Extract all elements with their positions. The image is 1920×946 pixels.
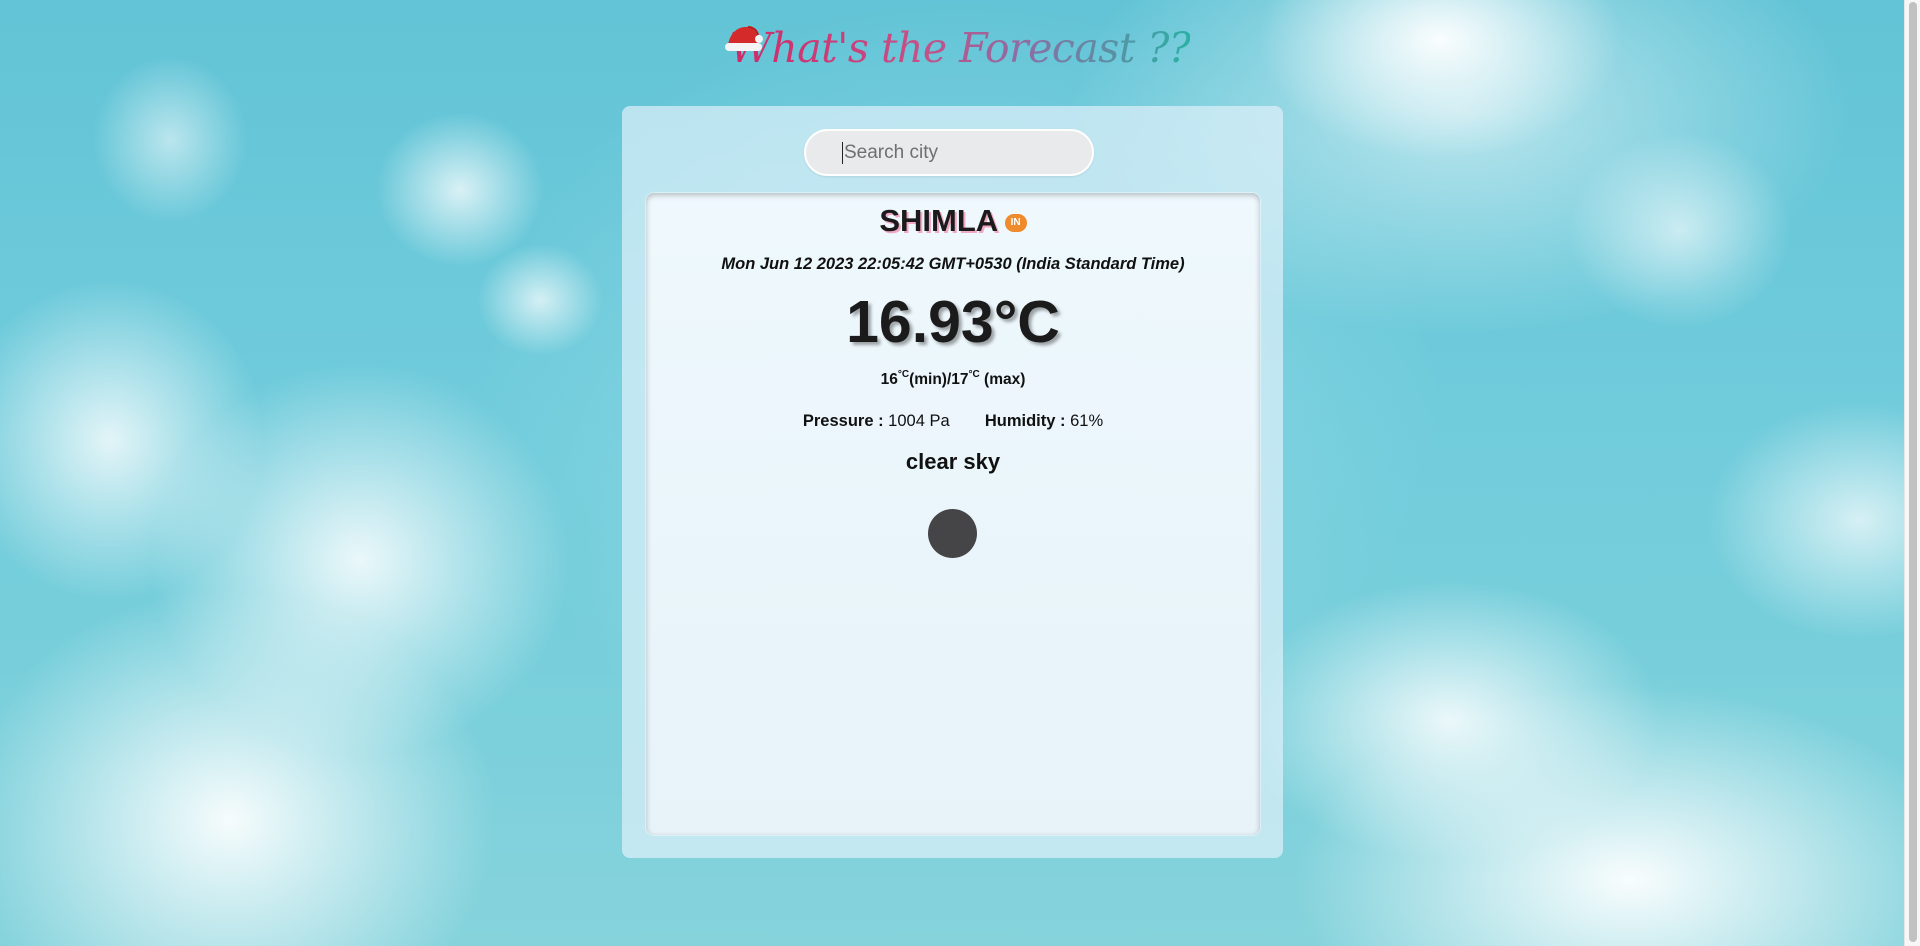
pressure-label: Pressure : — [802, 412, 884, 430]
search-city-input[interactable] — [804, 129, 1094, 176]
max-label: (max) — [979, 371, 1026, 388]
app-title-text: What's the Forecast ?? — [729, 24, 1191, 72]
min-label: (min)/ — [909, 371, 952, 388]
app-header: What's the Forecast ?? — [0, 18, 1920, 78]
min-temp-unit: °C — [897, 369, 910, 380]
humidity-value: 61% — [1070, 412, 1104, 430]
scrollbar-thumb[interactable] — [1909, 2, 1917, 942]
min-max-temperature: 16°C(min)/17°C (max) — [646, 369, 1260, 389]
santa-hat-icon — [724, 26, 763, 51]
min-temp-value: 16 — [880, 371, 898, 388]
date-time: Mon Jun 12 2023 22:05:42 GMT+0530 (India… — [721, 255, 1185, 273]
weather-description: clear sky — [905, 449, 1001, 474]
max-temp-unit: °C — [968, 369, 980, 380]
max-temp-value: 17 — [951, 371, 969, 388]
page-scrollbar[interactable] — [1904, 0, 1920, 946]
country-badge: IN — [1004, 214, 1027, 232]
humidity-label: Humidity : — [984, 412, 1066, 430]
city-heading: SHIMLA IN — [646, 203, 1260, 239]
text-caret — [842, 142, 843, 164]
pressure-value: 1004 Pa — [888, 412, 950, 430]
weather-stats: Pressure : 1004 Pa Humidity : 61% — [646, 412, 1260, 431]
city-name: SHIMLA — [879, 203, 999, 238]
app-title: What's the Forecast ?? — [724, 18, 1191, 78]
loading-dot-icon — [928, 509, 977, 558]
current-temperature: 16.93°C — [846, 289, 1060, 355]
